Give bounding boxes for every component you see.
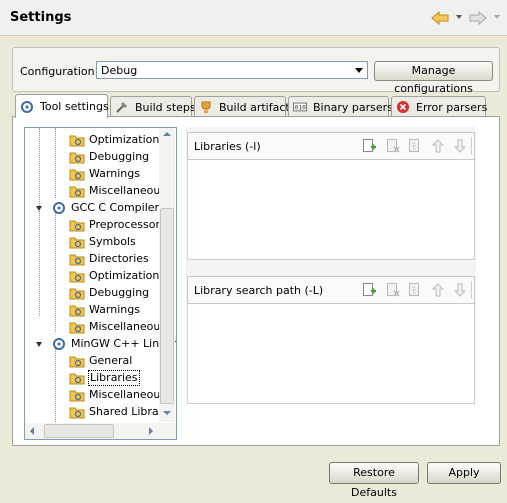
configuration-label: Configuration: bbox=[20, 65, 99, 78]
tab-build-artifact[interactable]: Build artifact bbox=[194, 96, 290, 117]
tree-item-label: Libraries bbox=[88, 369, 140, 386]
options-folder-icon bbox=[69, 167, 85, 181]
back-arrow-icon[interactable] bbox=[430, 9, 450, 27]
tree-item-directories[interactable]: Directories bbox=[69, 250, 150, 267]
tab-label: Tool settings bbox=[40, 100, 109, 113]
options-folder-icon bbox=[69, 269, 85, 283]
move-up-icon[interactable] bbox=[430, 138, 446, 154]
restore-defaults-button[interactable]: Restore Defaults bbox=[329, 462, 419, 499]
options-folder-icon bbox=[69, 184, 85, 198]
tree-item-label: Directories bbox=[89, 252, 149, 265]
scroll-right-arrow-icon[interactable] bbox=[149, 427, 153, 435]
tab-label: Build steps bbox=[135, 100, 196, 114]
options-folder-icon bbox=[69, 405, 85, 419]
tree-item-warnings[interactable]: Warnings bbox=[69, 301, 141, 318]
tab-tool-settings[interactable]: Tool settings bbox=[15, 94, 109, 118]
tree-item-general[interactable]: General bbox=[69, 352, 133, 369]
gear-icon bbox=[51, 201, 67, 215]
tree-item-label: Symbols bbox=[89, 235, 136, 248]
forward-arrow-icon[interactable] bbox=[468, 9, 488, 27]
options-folder-icon bbox=[69, 320, 85, 334]
delete-icon[interactable] bbox=[385, 282, 401, 298]
tree-item-label: General bbox=[89, 354, 133, 367]
scroll-up-arrow-icon[interactable] bbox=[163, 132, 171, 136]
tree-item-debugging[interactable]: Debugging bbox=[69, 148, 150, 165]
tree-item-gcc-c-compiler[interactable]: GCC C Compiler bbox=[51, 199, 160, 216]
tree-item-label: GCC C Compiler bbox=[71, 201, 160, 214]
edit-icon[interactable] bbox=[407, 282, 423, 298]
options-folder-icon bbox=[69, 218, 85, 232]
tree-item-preprocessor[interactable]: Preprocessor bbox=[69, 216, 161, 233]
manage-configurations-button[interactable]: Manage configurations bbox=[374, 61, 493, 95]
toolbar-separator bbox=[471, 281, 472, 299]
error-parsers-icon bbox=[396, 100, 410, 114]
tree-item-optimization[interactable]: Optimization bbox=[69, 131, 160, 148]
gear-icon bbox=[51, 337, 67, 351]
add-icon[interactable] bbox=[361, 282, 377, 298]
options-folder-icon bbox=[69, 303, 85, 317]
tree-item-label: Optimization bbox=[89, 269, 160, 282]
build-artifact-icon bbox=[199, 100, 213, 114]
move-down-icon[interactable] bbox=[452, 282, 468, 298]
apply-button[interactable]: Apply bbox=[427, 462, 501, 484]
tree-item-symbols[interactable]: Symbols bbox=[69, 233, 137, 250]
options-folder-icon bbox=[69, 133, 85, 147]
tree-item-label: Debugging bbox=[89, 150, 150, 163]
options-folder-icon bbox=[69, 371, 85, 385]
build-steps-icon bbox=[115, 100, 129, 114]
libraries-title: Libraries (-l) bbox=[194, 140, 261, 153]
tree-expander-icon[interactable] bbox=[36, 342, 42, 347]
tree-item-debugging[interactable]: Debugging bbox=[69, 284, 150, 301]
tree-item-label: Debugging bbox=[89, 286, 150, 299]
binary-parsers-icon: 010 bbox=[293, 100, 307, 114]
tree-item-miscellaneous[interactable]: Miscellaneous bbox=[69, 182, 167, 199]
tab-label: Error parsers bbox=[416, 100, 488, 114]
tree-item-label: Optimization bbox=[89, 133, 160, 146]
tree-item-label: Preprocessor bbox=[89, 218, 161, 231]
tree-item-miscellaneous[interactable]: Miscellaneous bbox=[69, 318, 167, 335]
tab-binary-parsers[interactable]: 010 Binary parsers bbox=[288, 96, 393, 117]
back-dropdown-icon[interactable] bbox=[456, 15, 462, 19]
tree-item-label: Warnings bbox=[89, 167, 140, 180]
tab-label: Binary parsers bbox=[313, 100, 393, 114]
tree-item-miscellaneous[interactable]: Miscellaneous bbox=[69, 386, 167, 403]
tool-settings-icon bbox=[20, 100, 34, 114]
scroll-down-arrow-icon[interactable] bbox=[163, 411, 171, 415]
delete-icon[interactable] bbox=[385, 138, 401, 154]
move-down-icon[interactable] bbox=[452, 138, 468, 154]
toolbar-separator bbox=[471, 137, 472, 155]
add-icon[interactable] bbox=[361, 138, 377, 154]
tab-label: Build artifact bbox=[219, 100, 290, 114]
forward-dropdown-icon[interactable] bbox=[494, 15, 500, 19]
tree-item-label: Miscellaneous bbox=[89, 184, 167, 197]
tree-item-optimization[interactable]: Optimization bbox=[69, 267, 160, 284]
options-folder-icon bbox=[69, 354, 85, 368]
tree-item-warnings[interactable]: Warnings bbox=[69, 165, 141, 182]
scroll-left-arrow-icon[interactable] bbox=[30, 427, 34, 435]
tree-vertical-scroll-thumb[interactable] bbox=[160, 208, 174, 404]
tree-item-label: Miscellaneous bbox=[89, 388, 167, 401]
options-folder-icon bbox=[69, 235, 85, 249]
svg-text:010: 010 bbox=[295, 105, 306, 112]
tool-settings-tree[interactable]: Optimization Debugging Warnings Miscella… bbox=[24, 127, 177, 440]
options-folder-icon bbox=[69, 286, 85, 300]
options-folder-icon bbox=[69, 252, 85, 266]
tree-item-label: Warnings bbox=[89, 303, 140, 316]
tree-item-label: Miscellaneous bbox=[89, 320, 167, 333]
configuration-select[interactable]: Debug bbox=[96, 61, 368, 79]
options-folder-icon bbox=[69, 388, 85, 402]
tree-item-libraries[interactable]: Libraries bbox=[69, 369, 140, 386]
tab-build-steps[interactable]: Build steps bbox=[110, 96, 196, 117]
options-folder-icon bbox=[69, 150, 85, 164]
configuration-value: Debug bbox=[101, 64, 138, 77]
tab-error-parsers[interactable]: Error parsers bbox=[391, 96, 488, 117]
move-up-icon[interactable] bbox=[430, 282, 446, 298]
library-search-path-title: Library search path (-L) bbox=[194, 284, 324, 297]
tree-expander-icon[interactable] bbox=[36, 206, 42, 211]
chevron-down-icon bbox=[355, 68, 363, 73]
tree-item-shared-library[interactable]: Shared Library bbox=[69, 403, 171, 420]
page-title: Settings bbox=[10, 10, 72, 25]
edit-icon[interactable] bbox=[407, 138, 423, 154]
tree-horizontal-scroll-thumb[interactable] bbox=[44, 424, 114, 438]
